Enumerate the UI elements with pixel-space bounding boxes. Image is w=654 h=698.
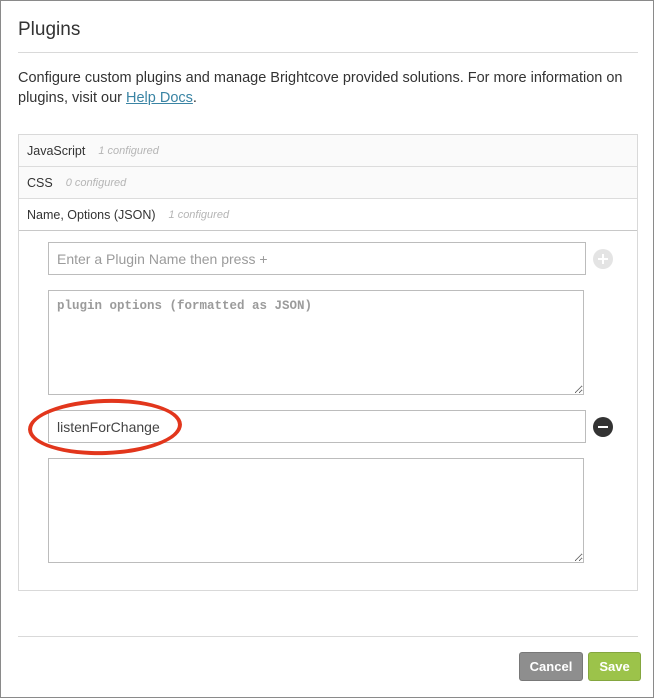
tab-css[interactable]: CSS 0 configured bbox=[19, 167, 637, 199]
tab-count: 1 configured bbox=[168, 208, 230, 221]
description-text: Configure custom plugins and manage Brig… bbox=[18, 70, 623, 106]
tab-label: Name, Options (JSON) bbox=[27, 207, 156, 222]
tab-javascript[interactable]: JavaScript 1 configured bbox=[19, 135, 637, 167]
new-plugin-name-input[interactable] bbox=[48, 242, 586, 275]
tab-count: 0 configured bbox=[65, 176, 127, 189]
add-plugin-button[interactable] bbox=[593, 249, 613, 269]
help-docs-link[interactable]: Help Docs bbox=[126, 90, 193, 106]
tab-name-options-json[interactable]: Name, Options (JSON) 1 configured bbox=[19, 199, 637, 231]
description-end: . bbox=[192, 90, 197, 106]
configured-plugin-options-textarea[interactable] bbox=[48, 458, 584, 563]
new-plugin-options-textarea[interactable] bbox=[48, 290, 584, 395]
plugins-dialog: Plugins Configure custom plugins and man… bbox=[0, 0, 654, 698]
minus-circle-icon bbox=[598, 422, 608, 432]
save-button[interactable]: Save bbox=[588, 652, 641, 681]
title-divider bbox=[18, 52, 638, 53]
plus-circle-icon bbox=[598, 254, 608, 264]
dialog-description: Configure custom plugins and manage Brig… bbox=[18, 68, 633, 108]
footer-divider bbox=[18, 636, 638, 637]
tab-count: 1 configured bbox=[98, 144, 159, 157]
tab-label: JavaScript bbox=[27, 143, 86, 158]
cancel-button[interactable]: Cancel bbox=[519, 652, 583, 681]
dialog-title: Plugins bbox=[18, 19, 81, 40]
tab-label: CSS bbox=[27, 175, 53, 190]
remove-plugin-button[interactable] bbox=[593, 417, 613, 437]
